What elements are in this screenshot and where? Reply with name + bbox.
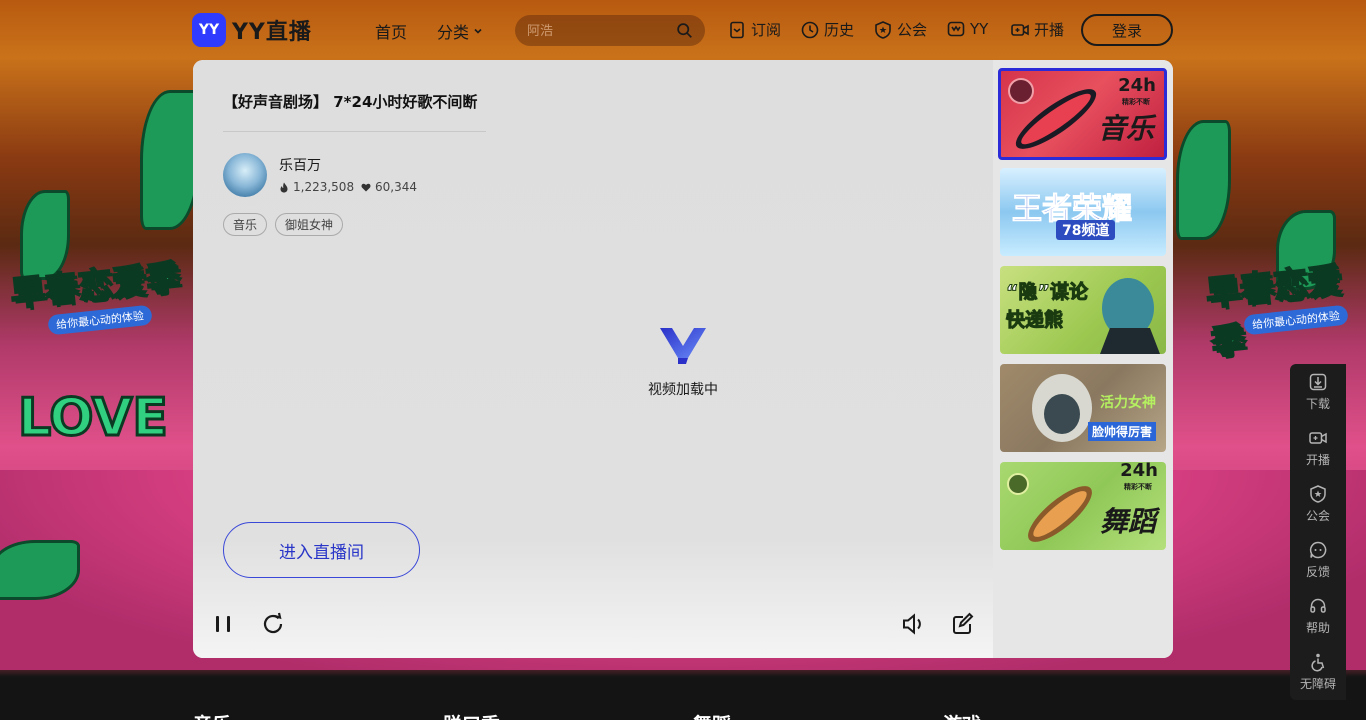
avatar[interactable]	[223, 153, 267, 197]
float-accessibility[interactable]: 无障碍	[1290, 644, 1346, 700]
thumb-dance-badge: 24h	[1120, 462, 1158, 481]
loading-text: 视频加载中	[648, 382, 718, 398]
thumb-honor-badge: 78频道	[1056, 220, 1116, 240]
leaf-shape	[20, 190, 70, 280]
login-button[interactable]: 登录	[1081, 14, 1173, 46]
thumb-honor-of-kings[interactable]: 王者荣耀 78频道	[1000, 168, 1166, 256]
love-text-left: LOVE	[17, 387, 170, 450]
tag-goddess[interactable]: 御姐女神	[275, 213, 344, 236]
thumb-music-label: 音乐	[1097, 112, 1154, 145]
banner-text-right: 早春恋爱季	[1203, 259, 1344, 364]
yy-button[interactable]: YY	[946, 19, 988, 39]
edit-icon[interactable]	[950, 611, 976, 637]
guild-button[interactable]: 公会	[873, 19, 927, 40]
top-navigation: YY YY直播 首页 分类 订阅 历史 公会 YY 开播 登录	[0, 0, 1366, 60]
yy-label: YY	[970, 20, 989, 38]
shield-icon	[1310, 485, 1326, 503]
accessibility-icon	[1311, 653, 1325, 672]
video-camera-icon	[1011, 23, 1029, 36]
refresh-icon[interactable]	[260, 611, 286, 637]
loading-logo-icon	[660, 328, 706, 364]
video-area[interactable]: 【好声音剧场】 7*24小时好歌不间断 乐百万 1,223,508 60,344…	[193, 60, 993, 658]
subscribe-label: 订阅	[751, 21, 782, 39]
tag-music[interactable]: 音乐	[223, 213, 268, 236]
banner-sub-left: 给你最心动的体验	[47, 304, 153, 336]
live-player-card: 【好声音剧场】 7*24小时好歌不间断 乐百万 1,223,508 60,344…	[193, 60, 1173, 658]
logo-text: YY直播	[232, 20, 312, 45]
chevron-down-icon	[474, 28, 482, 34]
logo-mark: YY	[192, 13, 226, 47]
streamer-name[interactable]: 乐百万	[279, 155, 321, 175]
search-icon[interactable]	[676, 22, 693, 39]
enter-room-button[interactable]: 进入直播间	[223, 522, 420, 578]
yy-icon	[947, 21, 965, 37]
float-download[interactable]: 下载	[1290, 364, 1346, 420]
hot-count: 1,223,508	[279, 180, 354, 194]
logo[interactable]: YY YY直播	[192, 13, 312, 47]
footer-category-dance[interactable]: 舞蹈	[693, 710, 731, 720]
leaf-shape	[1176, 120, 1231, 240]
subscribe-button[interactable]: 订阅	[727, 19, 781, 40]
flame-icon	[280, 182, 288, 192]
banner-sub-right: 给你最心动的体验	[1243, 304, 1349, 336]
pause-icon[interactable]	[210, 611, 236, 637]
banner-text-left: 早春恋爱季	[8, 256, 183, 316]
search-input[interactable]	[527, 21, 667, 41]
nav-category-label: 分类	[437, 23, 470, 42]
footer-category-music[interactable]: 音乐	[193, 710, 231, 720]
float-download-label: 下载	[1305, 397, 1330, 411]
thumb-dance-label: 舞蹈	[1099, 505, 1156, 538]
float-broadcast[interactable]: 开播	[1290, 420, 1346, 476]
like-count-value: 60,344	[375, 180, 417, 194]
thumb-dance-badge-sub: 精彩不断	[1124, 483, 1152, 491]
background-left-art	[0, 60, 200, 680]
clock-icon	[801, 21, 819, 38]
thumb-goddess-badge: 脸帅得厉害	[1088, 422, 1157, 441]
download-icon	[1309, 373, 1327, 391]
footer-category-game[interactable]: 游戏	[943, 710, 981, 720]
hot-count-value: 1,223,508	[293, 180, 355, 194]
float-feedback[interactable]: 反馈	[1290, 532, 1346, 588]
thumb-music-badge: 24h	[1118, 75, 1156, 96]
history-label: 历史	[824, 21, 855, 39]
leaf-shape	[140, 90, 200, 230]
thumb-music[interactable]: 24h 精彩不断 音乐	[998, 68, 1167, 160]
float-accessibility-label: 无障碍	[1299, 677, 1336, 691]
recommend-rail: 24h 精彩不断 音乐 王者荣耀 78频道 “隐”谋论 快递熊 活力女神 脸帅得…	[993, 60, 1173, 658]
bookmark-icon	[730, 21, 744, 38]
thumb-music-badge-sub: 精彩不断	[1122, 98, 1150, 106]
thumb-goddess-label: 活力女神	[1100, 395, 1156, 411]
volume-icon[interactable]	[900, 611, 926, 637]
nav-home[interactable]: 首页	[375, 19, 407, 43]
float-help-label: 帮助	[1305, 621, 1330, 635]
thumb-express-bear[interactable]: “隐”谋论 快递熊	[1000, 266, 1166, 354]
like-count: 60,344	[361, 180, 417, 194]
headset-icon	[1310, 598, 1326, 613]
thumb-dance[interactable]: 24h 精彩不断 舞蹈	[1000, 462, 1166, 550]
float-help[interactable]: 帮助	[1290, 588, 1346, 644]
chat-bubble-icon	[1309, 541, 1327, 559]
float-guild-label: 公会	[1305, 509, 1330, 523]
thumb-bear-label: “隐”谋论 快递熊	[1006, 281, 1089, 332]
title-divider	[223, 131, 486, 132]
footer-category-talkshow[interactable]: 脱口秀	[443, 710, 500, 720]
leaf-shape	[0, 540, 80, 600]
guild-label: 公会	[897, 21, 928, 39]
search-box	[515, 15, 705, 46]
leaf-shape	[1276, 210, 1336, 290]
float-broadcast-label: 开播	[1305, 453, 1330, 467]
history-button[interactable]: 历史	[800, 19, 854, 40]
video-camera-icon	[1309, 432, 1327, 444]
float-tool-panel: 下载 开播 公会 反馈 帮助 无障碍	[1290, 364, 1346, 700]
float-feedback-label: 反馈	[1305, 565, 1330, 579]
live-title[interactable]: 【好声音剧场】 7*24小时好歌不间断	[223, 91, 488, 112]
nav-category[interactable]: 分类	[437, 19, 483, 43]
heart-icon	[361, 183, 371, 191]
shield-icon	[875, 20, 891, 39]
broadcast-button[interactable]: 开播	[1010, 19, 1064, 40]
thumb-vitality-goddess[interactable]: 活力女神 脸帅得厉害	[1000, 364, 1166, 452]
float-guild[interactable]: 公会	[1290, 476, 1346, 532]
broadcast-label: 开播	[1034, 21, 1065, 39]
